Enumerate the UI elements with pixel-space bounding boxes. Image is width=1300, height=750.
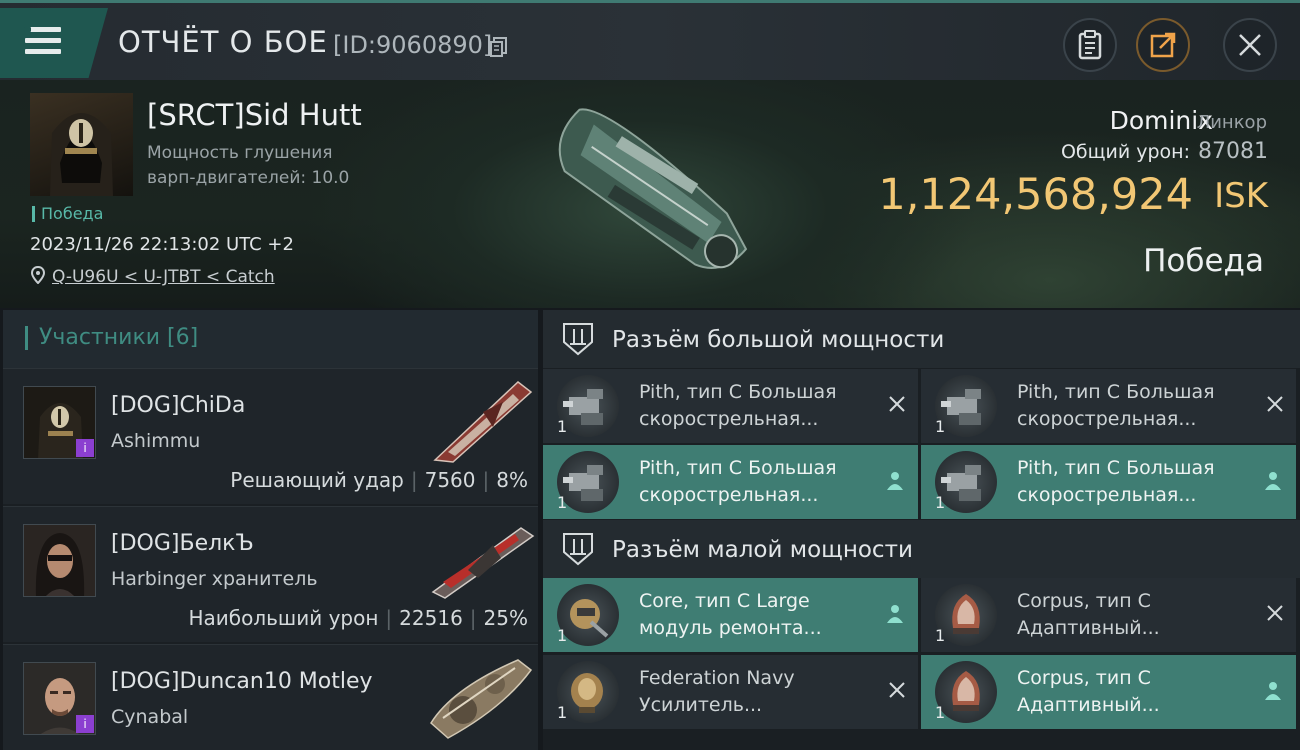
high-slot-header: Разъём большой мощности xyxy=(543,310,1300,368)
module-name: Core, тип C Large модуль ремонта... xyxy=(639,590,822,639)
participants-header: Участники [6] xyxy=(3,310,538,368)
stat-percent: 25% xyxy=(483,606,528,630)
dropped-person-icon xyxy=(1265,682,1281,700)
module-name: Corpus, тип C Адаптивный... xyxy=(1017,667,1160,716)
module-item[interactable]: 1 Core, тип C Large модуль ремонта... xyxy=(543,578,918,652)
participants-title: Участники [6] xyxy=(25,326,198,350)
participant-ship: Ashimmu xyxy=(111,430,201,452)
warp-strength-label: Мощность глушения xyxy=(147,143,333,163)
module-name: Pith, тип C Большая скорострельная... xyxy=(639,381,837,430)
close-icon xyxy=(1239,34,1261,56)
location-link[interactable]: Q-U96U < U-JTBT < Catch xyxy=(52,267,275,287)
report-id: [ID:9060890] xyxy=(333,31,493,59)
total-damage-value: 87081 xyxy=(1198,139,1268,164)
warp-strength-value: варп-двигателей: 10.0 xyxy=(147,168,350,188)
victim-avatar[interactable] xyxy=(30,93,133,196)
alliance-badge: i xyxy=(76,715,94,733)
dropped-person-icon xyxy=(887,605,903,623)
participant-ship-image xyxy=(430,659,533,739)
module-name: Corpus, тип C Адаптивный... xyxy=(1017,590,1160,639)
module-quantity: 1 xyxy=(935,493,946,512)
low-slot-title: Разъём малой мощности xyxy=(612,537,913,563)
avatar[interactable]: i xyxy=(23,386,96,459)
stat-damage: 7560 xyxy=(424,468,476,492)
module-quantity: 1 xyxy=(935,417,946,436)
participant-name: [DOG]ChiDa xyxy=(111,393,246,418)
share-icon xyxy=(1150,32,1176,58)
dropped-person-icon xyxy=(1265,472,1281,490)
destroyed-x-icon xyxy=(889,396,905,412)
avatar[interactable]: i xyxy=(23,662,96,735)
battle-result: Победа xyxy=(1143,243,1264,279)
kill-datetime: 2023/11/26 22:13:02 UTC +2 xyxy=(30,234,294,255)
share-button[interactable] xyxy=(1136,18,1190,72)
stat-percent: 8% xyxy=(496,468,528,492)
module-item[interactable]: 1 Federation Navy Усилитель... xyxy=(543,655,918,729)
battle-report-window: ОТЧЁТ О БОЕ [ID:9060890] [SRCT]Sid Hutt … xyxy=(0,0,1300,750)
close-button[interactable] xyxy=(1223,18,1277,72)
isk-unit: ISK xyxy=(1214,176,1268,216)
module-quantity: 1 xyxy=(557,626,568,645)
module-item[interactable]: 1 Pith, тип C Большая скорострельная... xyxy=(543,369,918,443)
module-item[interactable]: 1 Corpus, тип C Адаптивный... xyxy=(921,655,1296,729)
module-item[interactable]: 1 Pith, тип C Большая скорострельная... xyxy=(543,445,918,519)
total-damage-label: Общий урон: xyxy=(1060,141,1190,163)
destroyed-x-icon xyxy=(1267,605,1283,621)
clipboard-icon xyxy=(1078,30,1102,60)
module-name: Pith, тип C Большая скорострельная... xyxy=(1017,457,1215,506)
module-item[interactable]: 1 Corpus, тип C Адаптивный... xyxy=(921,578,1296,652)
participant-stats: Наибольший урон | 22516 | 25% xyxy=(188,606,528,630)
slot-icon xyxy=(563,323,593,356)
clipboard-button[interactable] xyxy=(1063,18,1117,72)
module-quantity: 1 xyxy=(557,703,568,722)
page-title: ОТЧЁТ О БОЕ xyxy=(118,25,328,59)
module-name: Pith, тип C Большая скорострельная... xyxy=(639,457,837,506)
participant-ship: Cynabal xyxy=(111,706,189,728)
victim-ship-image xyxy=(558,108,748,269)
alliance-badge: i xyxy=(76,439,94,457)
slot-icon xyxy=(563,533,593,566)
low-slot-header: Разъём малой мощности xyxy=(543,520,1300,578)
module-quantity: 1 xyxy=(935,703,946,722)
module-quantity: 1 xyxy=(557,417,568,436)
fitted-modules-panel: Разъём большой мощности 1 Pith, тип C Бо… xyxy=(543,310,1300,750)
header-bar: ОТЧЁТ О БОЕ [ID:9060890] xyxy=(0,0,1300,80)
participant-stats: Решающий удар | 7560 | 8% xyxy=(230,468,528,492)
location-pin-icon xyxy=(31,266,45,284)
participant-card[interactable]: i [DOG]ChiDa Ashimmu Решающий удар | 7560 |… xyxy=(3,368,538,504)
isk-value: 1,124,568,924 xyxy=(878,170,1193,220)
status-badge: Победа xyxy=(32,206,103,222)
participants-panel: Участники [6] i [DOG]ChiDa Ashimmu Решаю… xyxy=(3,310,538,750)
victim-banner: [SRCT]Sid Hutt Мощность глушения варп-дв… xyxy=(0,80,1300,308)
participant-card[interactable]: i [DOG]Duncan10 Motley Cynabal xyxy=(3,644,538,750)
participant-name: [DOG]Duncan10 Motley xyxy=(111,669,373,694)
menu-icon[interactable] xyxy=(24,25,61,55)
module-name: Pith, тип C Большая скорострельная... xyxy=(1017,381,1215,430)
module-item[interactable]: 1 Pith, тип C Большая скорострельная... xyxy=(921,369,1296,443)
stat-damage: 22516 xyxy=(399,606,463,630)
stat-label: Решающий удар xyxy=(230,468,404,492)
module-quantity: 1 xyxy=(935,626,946,645)
victim-name: [SRCT]Sid Hutt xyxy=(147,98,362,132)
participant-card[interactable]: [DOG]БелкЪ Harbinger хранитель Наибольши… xyxy=(3,506,538,642)
participant-ship-image xyxy=(431,527,535,599)
participant-ship: Harbinger хранитель xyxy=(111,568,318,590)
high-slot-title: Разъём большой мощности xyxy=(612,327,945,353)
dropped-person-icon xyxy=(887,472,903,490)
victim-ship-class: Линкор xyxy=(1196,112,1267,133)
destroyed-x-icon xyxy=(1267,396,1283,412)
copy-icon[interactable] xyxy=(490,37,508,57)
participant-ship-image xyxy=(433,381,533,463)
module-item[interactable]: 1 Pith, тип C Большая скорострельная... xyxy=(921,445,1296,519)
avatar[interactable] xyxy=(23,524,96,597)
participant-name: [DOG]БелкЪ xyxy=(111,531,254,556)
destroyed-x-icon xyxy=(889,682,905,698)
module-quantity: 1 xyxy=(557,493,568,512)
stat-label: Наибольший урон xyxy=(188,606,379,630)
module-name: Federation Navy Усилитель... xyxy=(639,667,795,716)
